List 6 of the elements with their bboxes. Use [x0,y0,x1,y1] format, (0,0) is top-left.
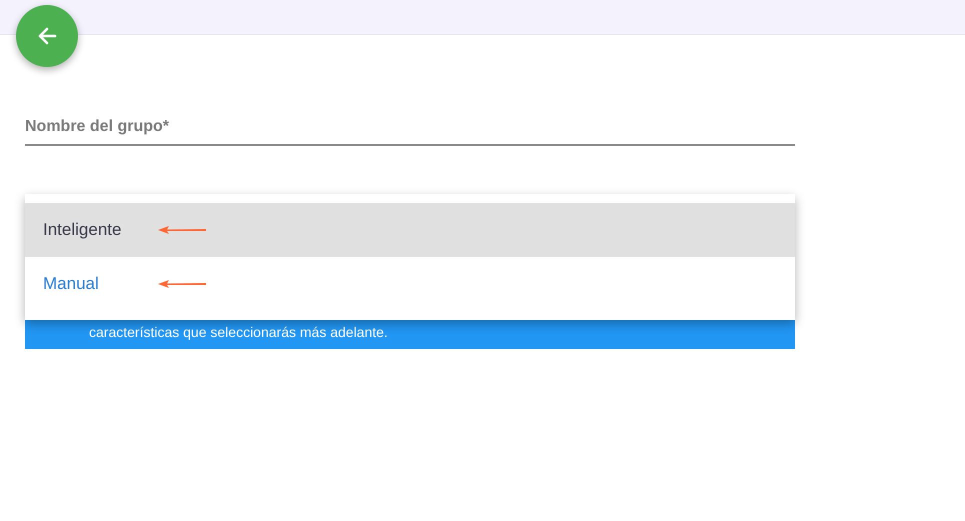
menu-option[interactable]: Inteligente [25,203,795,257]
banner-text: características que seleccionarás más adelante. [89,323,388,342]
back-button[interactable] [16,5,78,67]
group-name-field[interactable]: Nombre del grupo* [25,115,795,139]
back-arrow-icon [37,26,57,46]
menu-option[interactable]: Manual [25,257,795,311]
